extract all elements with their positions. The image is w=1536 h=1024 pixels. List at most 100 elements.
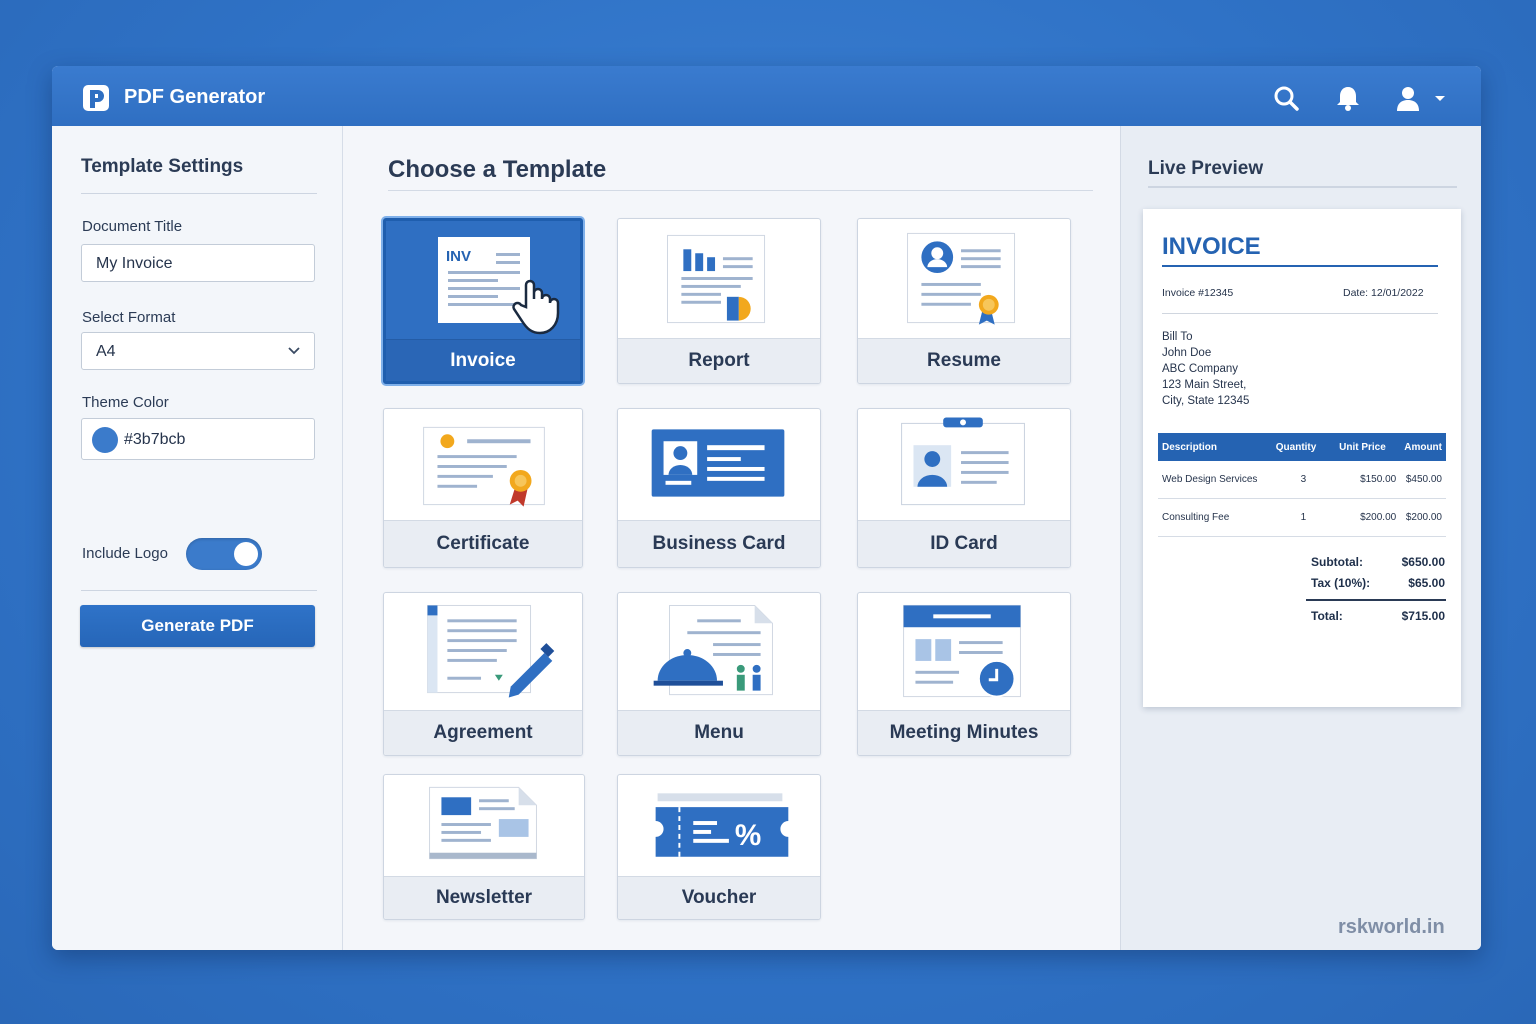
template-card-id-card[interactable]: ID Card — [857, 408, 1071, 568]
certificate-doc-icon — [423, 426, 545, 507]
bill-to-company: ABC Company — [1162, 363, 1239, 375]
document-title-input[interactable]: My Invoice — [81, 244, 315, 282]
subtotal-row: Subtotal: $650.00 — [1311, 555, 1445, 569]
template-label-certificate: Certificate — [384, 520, 582, 567]
template-card-meeting-minutes[interactable]: Meeting Minutes — [857, 592, 1071, 756]
theme-color-value: #3b7bcb — [124, 431, 186, 448]
column-header-description: Description — [1158, 433, 1272, 461]
agreement-doc-icon — [427, 604, 555, 698]
totals-rule — [1306, 599, 1446, 601]
invoice-heading-rule — [1162, 265, 1438, 267]
invoice-number: Invoice #12345 — [1162, 287, 1234, 299]
template-label-meeting-minutes: Meeting Minutes — [858, 710, 1070, 755]
meeting-minutes-icon — [903, 604, 1021, 698]
bill-to-block: Bill To John Doe ABC Company 123 Main St… — [1162, 329, 1249, 409]
template-card-invoice[interactable]: INV Invoice — [383, 218, 583, 384]
cell-unit-price: $150.00 — [1335, 461, 1401, 499]
template-settings-panel: Template Settings Document Title My Invo… — [52, 126, 343, 950]
tax-value: $65.00 — [1408, 576, 1445, 590]
total-label: Total: — [1311, 609, 1343, 623]
invoice-items-table: Description Quantity Unit Price Amount W… — [1158, 433, 1446, 537]
divider — [1148, 186, 1457, 188]
total-row: Total: $715.00 — [1311, 609, 1445, 623]
title-bar: PDF Generator — [52, 66, 1481, 126]
template-label-voucher: Voucher — [618, 876, 820, 919]
generate-pdf-button[interactable]: Generate PDF — [80, 605, 315, 647]
template-label-agreement: Agreement — [384, 710, 582, 755]
app-title: PDF Generator — [124, 86, 266, 108]
cell-description: Consulting Fee — [1158, 498, 1272, 537]
bill-to-city: City, State 12345 — [1162, 395, 1250, 407]
invoice-doc-icon: INV — [438, 237, 560, 335]
svg-text:%: % — [735, 819, 761, 852]
business-card-icon — [651, 429, 785, 497]
divider — [81, 193, 317, 194]
format-value: A4 — [96, 343, 116, 360]
template-card-business-card[interactable]: Business Card — [617, 408, 821, 568]
template-chooser: Choose a Template INV Invoice Report Res… — [343, 126, 1120, 950]
settings-title: Template Settings — [81, 156, 244, 177]
id-card-icon — [901, 417, 1025, 506]
theme-color-label: Theme Color — [82, 394, 169, 411]
template-label-business-card: Business Card — [618, 520, 820, 567]
menu-doc-icon — [653, 604, 773, 696]
invoice-heading: INVOICE — [1162, 233, 1261, 260]
template-card-agreement[interactable]: Agreement — [383, 592, 583, 756]
divider — [388, 190, 1093, 191]
template-card-voucher[interactable]: % Voucher — [617, 774, 821, 920]
voucher-icon: % — [655, 793, 789, 857]
template-label-invoice: Invoice — [386, 339, 580, 381]
report-doc-icon — [667, 234, 766, 324]
format-label: Select Format — [82, 309, 176, 326]
template-card-certificate[interactable]: Certificate — [383, 408, 583, 568]
watermark-text: rskworld.in — [1338, 916, 1445, 938]
template-card-menu[interactable]: Menu — [617, 592, 821, 756]
cell-unit-price: $200.00 — [1335, 498, 1401, 537]
column-header-amount: Amount — [1400, 433, 1446, 461]
bill-to-street: 123 Main Street, — [1162, 379, 1247, 391]
tax-row: Tax (10%): $65.00 — [1311, 576, 1445, 590]
template-label-menu: Menu — [618, 710, 820, 755]
include-logo-toggle[interactable] — [186, 538, 262, 570]
search-icon[interactable] — [1272, 84, 1300, 112]
document-title-label: Document Title — [82, 218, 183, 235]
invoice-date: Date: 12/01/2022 — [1343, 287, 1424, 299]
template-card-resume[interactable]: Resume — [857, 218, 1071, 384]
table-row: Web Design Services 3 $150.00 $450.00 — [1158, 461, 1446, 499]
column-header-unit-price: Unit Price — [1335, 433, 1401, 461]
divider — [81, 590, 317, 591]
template-card-newsletter[interactable]: Newsletter — [383, 774, 585, 920]
cell-quantity: 3 — [1271, 461, 1336, 499]
toggle-knob — [234, 542, 258, 566]
subtotal-value: $650.00 — [1401, 555, 1445, 569]
chevron-down-icon — [288, 347, 300, 355]
column-header-quantity: Quantity — [1271, 433, 1336, 461]
tax-label: Tax (10%): — [1311, 576, 1371, 590]
bill-to-label: Bill To — [1162, 331, 1193, 343]
app-window: PDF Generator Template Settings Document… — [52, 66, 1481, 950]
user-icon[interactable] — [1394, 84, 1422, 112]
format-select[interactable]: A4 — [81, 332, 315, 370]
color-swatch[interactable] — [92, 427, 118, 453]
live-preview-title: Live Preview — [1148, 158, 1264, 179]
template-label-resume: Resume — [858, 338, 1070, 383]
template-label-id-card: ID Card — [858, 520, 1070, 567]
app-logo-icon — [83, 85, 109, 111]
template-label-report: Report — [618, 338, 820, 383]
live-preview-panel: Live Preview INVOICE Invoice #12345 Date… — [1120, 126, 1481, 950]
template-label-newsletter: Newsletter — [384, 876, 584, 919]
newsletter-icon — [429, 786, 537, 860]
bell-icon[interactable] — [1334, 84, 1362, 112]
resume-doc-icon — [907, 232, 1016, 325]
template-card-report[interactable]: Report — [617, 218, 821, 384]
caret-down-icon[interactable] — [1434, 94, 1446, 104]
cell-amount: $450.00 — [1400, 461, 1446, 499]
cell-amount: $200.00 — [1400, 498, 1446, 537]
include-logo-label: Include Logo — [82, 545, 168, 562]
invoice-thumb-text: INV — [446, 248, 471, 265]
total-value: $715.00 — [1401, 609, 1445, 623]
subtotal-label: Subtotal: — [1311, 555, 1363, 569]
cell-description: Web Design Services — [1158, 461, 1272, 499]
theme-color-input[interactable]: #3b7bcb — [81, 418, 315, 460]
cell-quantity: 1 — [1271, 498, 1336, 537]
